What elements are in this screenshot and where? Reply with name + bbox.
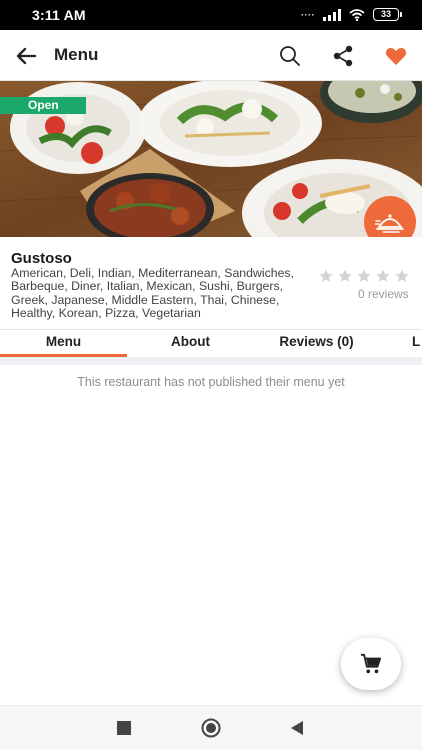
star-icon xyxy=(357,269,371,282)
tab-more[interactable]: L xyxy=(412,330,422,357)
app-bar: Menu xyxy=(0,30,422,81)
reviews-count: 0 reviews xyxy=(358,287,409,301)
recents-button[interactable] xyxy=(114,718,134,738)
favorite-button[interactable] xyxy=(382,42,410,70)
star-icon xyxy=(319,269,333,282)
open-status-badge: Open xyxy=(0,97,86,114)
status-time: 3:11 AM xyxy=(32,7,86,23)
back-nav-button[interactable] xyxy=(287,718,307,738)
wifi-icon xyxy=(349,8,365,21)
tab-reviews[interactable]: Reviews (0) xyxy=(254,330,379,357)
status-bar: 3:11 AM ···· 33 xyxy=(0,0,422,30)
restaurant-name: Gustoso xyxy=(11,250,72,267)
star-icon xyxy=(395,269,409,282)
empty-menu-message: This restaurant has not published their … xyxy=(77,375,345,389)
back-button[interactable] xyxy=(12,42,40,70)
back-triangle-icon xyxy=(291,721,303,735)
signal-dots-icon: ···· xyxy=(301,9,315,20)
search-icon xyxy=(280,46,300,66)
star-icon xyxy=(338,269,352,282)
heart-icon xyxy=(385,48,407,65)
share-button[interactable] xyxy=(329,42,357,70)
home-circle-icon xyxy=(201,718,221,738)
signal-icon xyxy=(323,8,341,21)
battery-level: 33 xyxy=(373,8,399,21)
cart-icon xyxy=(360,653,382,674)
tab-bar: Menu About Reviews (0) L xyxy=(0,329,422,357)
back-arrow-icon xyxy=(16,47,36,65)
star-icon xyxy=(376,269,390,282)
divider xyxy=(0,357,422,365)
tab-menu[interactable]: Menu xyxy=(0,330,127,357)
restaurant-cover-image: Open xyxy=(0,81,422,237)
home-button[interactable] xyxy=(201,718,221,738)
battery-icon: 33 xyxy=(373,8,402,21)
restaurant-info: Gustoso American, Deli, Indian, Mediterr… xyxy=(0,237,422,329)
cart-button[interactable] xyxy=(341,638,401,690)
share-icon xyxy=(333,45,353,67)
page-title: Menu xyxy=(54,45,99,64)
food-cloche-icon xyxy=(375,214,404,233)
recents-square-icon xyxy=(117,721,131,735)
search-button[interactable] xyxy=(276,42,304,70)
tab-about[interactable]: About xyxy=(127,330,254,357)
rating-stars xyxy=(318,268,410,284)
system-nav-bar xyxy=(0,705,422,750)
status-icons: ···· 33 xyxy=(301,8,402,21)
cuisine-list: American, Deli, Indian, Mediterranean, S… xyxy=(11,266,294,321)
